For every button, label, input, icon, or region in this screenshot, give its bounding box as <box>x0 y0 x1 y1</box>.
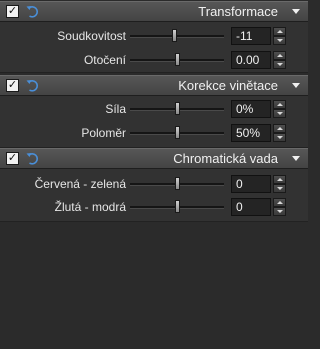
param-stepper[interactable] <box>273 175 286 193</box>
stepper-down-icon[interactable] <box>273 184 286 193</box>
stepper-up-icon[interactable] <box>273 175 286 184</box>
param-label: Síla <box>105 102 126 116</box>
chevron-down-icon[interactable] <box>292 83 300 88</box>
slider-thumb[interactable] <box>175 177 180 190</box>
stepper-up-icon[interactable] <box>273 198 286 207</box>
section-header-korekce[interactable]: ✓ Korekce vinětace <box>0 75 308 96</box>
param-stepper[interactable] <box>273 198 286 216</box>
slider-thumb[interactable] <box>175 200 180 213</box>
param-value-input[interactable]: 0 <box>231 198 271 216</box>
param-row-zluta-modra: Žlutá - modrá 0 <box>0 197 308 217</box>
section-header-chromaticka[interactable]: ✓ Chromatická vada <box>0 148 308 169</box>
param-label: Soudkovitost <box>57 29 126 43</box>
section-title: Korekce vinětace <box>178 78 278 93</box>
section-header-transformace[interactable]: ✓ Transformace <box>0 1 308 22</box>
stepper-up-icon[interactable] <box>273 124 286 133</box>
slider-thumb[interactable] <box>175 102 180 115</box>
param-value-input[interactable]: 0 <box>231 175 271 193</box>
stepper-down-icon[interactable] <box>273 207 286 216</box>
reset-icon[interactable] <box>25 151 41 167</box>
enable-checkbox[interactable]: ✓ <box>6 79 19 92</box>
stepper-up-icon[interactable] <box>273 27 286 36</box>
param-slider[interactable] <box>130 177 224 190</box>
chevron-down-icon[interactable] <box>292 9 300 14</box>
param-value-input[interactable]: 50% <box>231 124 271 142</box>
param-slider[interactable] <box>130 29 224 42</box>
enable-checkbox[interactable]: ✓ <box>6 152 19 165</box>
param-stepper[interactable] <box>273 51 286 69</box>
param-slider[interactable] <box>130 102 224 115</box>
section-title: Transformace <box>198 4 278 19</box>
param-label: Žlutá - modrá <box>54 200 126 214</box>
param-stepper[interactable] <box>273 124 286 142</box>
chevron-down-icon[interactable] <box>292 156 300 161</box>
param-value-input[interactable]: 0.00 <box>231 51 271 69</box>
param-value-input[interactable]: 0% <box>231 100 271 118</box>
param-slider[interactable] <box>130 126 224 139</box>
reset-icon[interactable] <box>25 78 41 94</box>
section-body: Síla 0% Poloměr 50% <box>0 96 308 148</box>
param-row-sila: Síla 0% <box>0 99 308 119</box>
param-row-otoceni: Otočení 0.00 <box>0 50 308 70</box>
param-row-soudkovitost: Soudkovitost -11 <box>0 26 308 46</box>
slider-thumb[interactable] <box>175 53 180 66</box>
param-row-polomer: Poloměr 50% <box>0 123 308 143</box>
param-stepper[interactable] <box>273 100 286 118</box>
stepper-up-icon[interactable] <box>273 100 286 109</box>
param-label: Otočení <box>83 53 126 67</box>
param-row-cervena-zelena: Červená - zelená 0 <box>0 174 308 194</box>
param-stepper[interactable] <box>273 27 286 45</box>
empty-panel-area <box>0 222 308 349</box>
section-body: Soudkovitost -11 Otočení 0.00 <box>0 22 308 73</box>
enable-checkbox[interactable]: ✓ <box>6 5 19 18</box>
param-slider[interactable] <box>130 200 224 213</box>
stepper-down-icon[interactable] <box>273 109 286 118</box>
slider-thumb[interactable] <box>172 29 178 42</box>
section-body: Červená - zelená 0 Žlutá - modrá 0 <box>0 169 308 222</box>
stepper-down-icon[interactable] <box>273 133 286 142</box>
section-title: Chromatická vada <box>173 151 278 166</box>
slider-thumb[interactable] <box>175 126 180 139</box>
param-value-input[interactable]: -11 <box>231 27 271 45</box>
stepper-down-icon[interactable] <box>273 36 286 45</box>
param-label: Poloměr <box>81 126 126 140</box>
stepper-up-icon[interactable] <box>273 51 286 60</box>
stepper-down-icon[interactable] <box>273 60 286 69</box>
param-label: Červená - zelená <box>34 177 126 191</box>
param-slider[interactable] <box>130 53 224 66</box>
reset-icon[interactable] <box>25 4 41 20</box>
